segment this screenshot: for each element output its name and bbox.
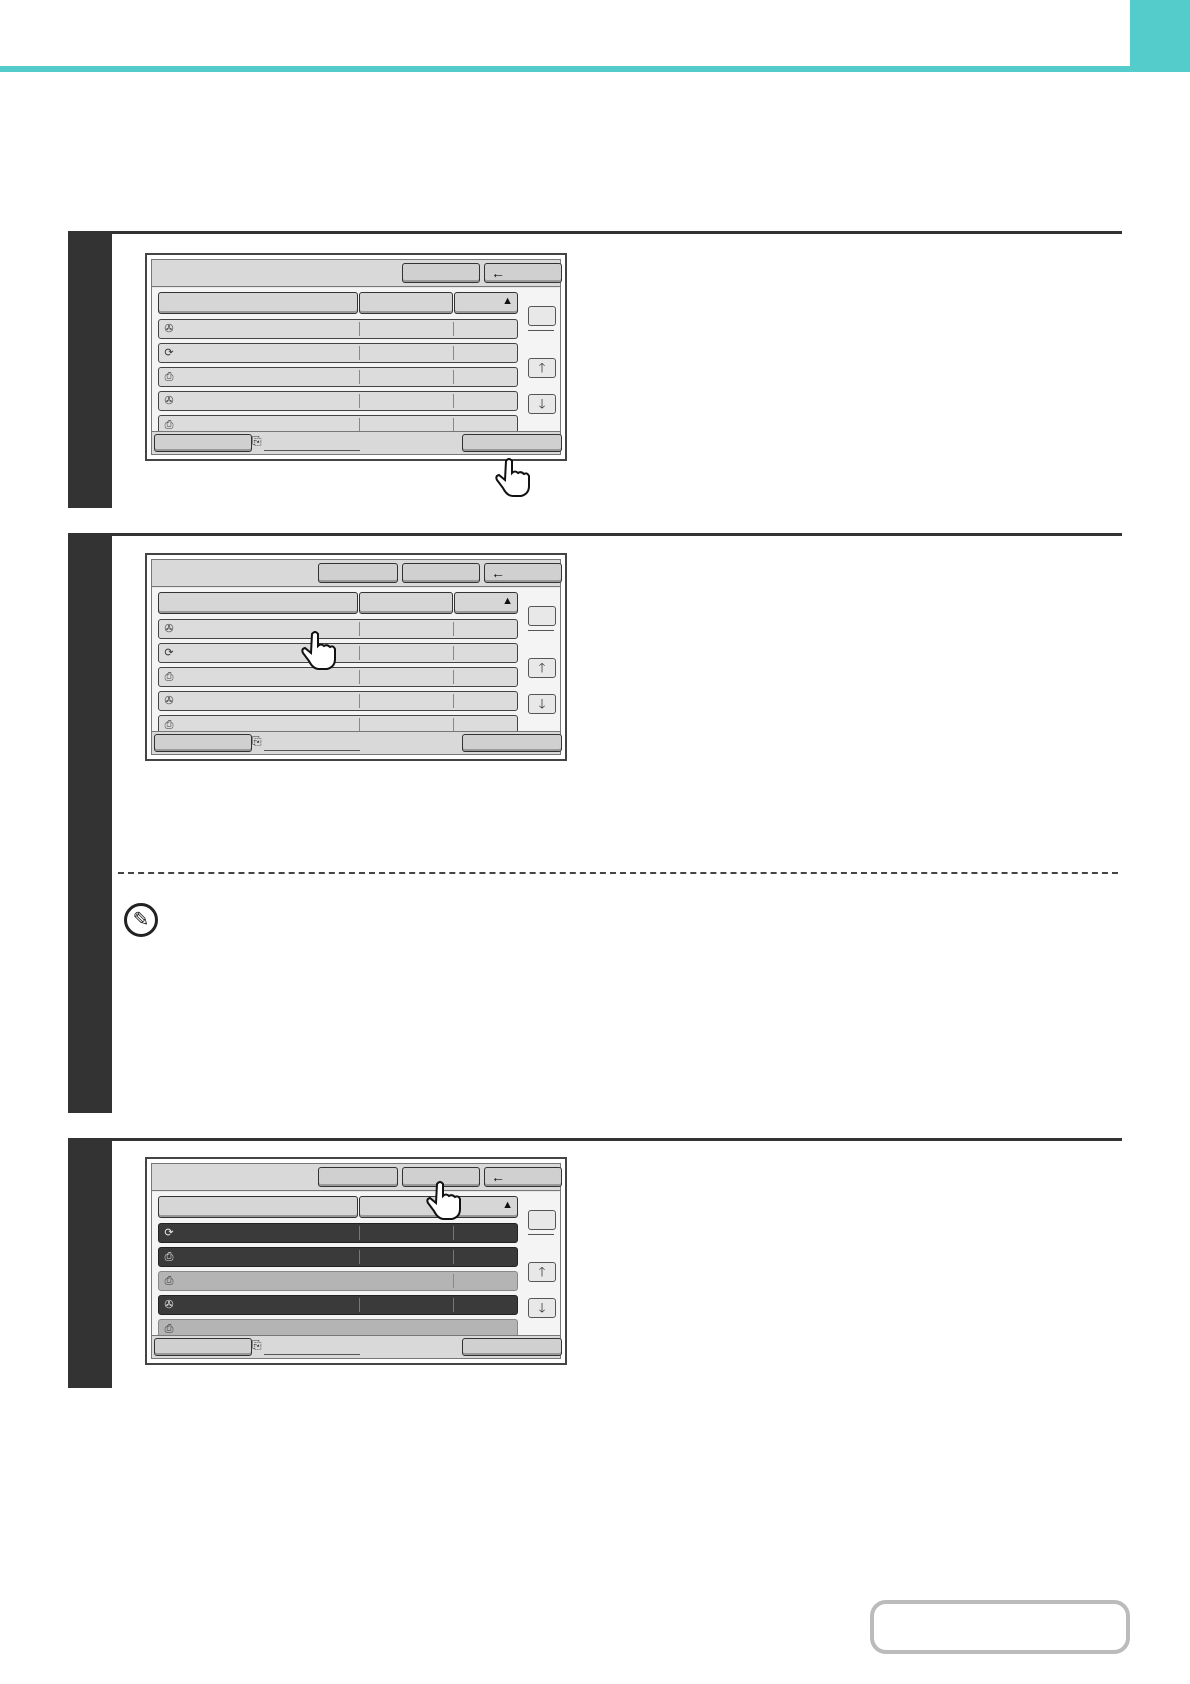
column-header-name[interactable] xyxy=(158,292,358,314)
step-3-bar xyxy=(68,1138,112,1388)
mode-button[interactable] xyxy=(402,563,480,583)
step-1-screen: ← ▲ ✇ ⟳ ⎙ ✇ ⎙ 🡑 🡓 ⎘ xyxy=(145,253,567,461)
column-header-time[interactable] xyxy=(359,292,453,314)
screen-panel: ← ▲ ✇ ⟳ ⎙ ✇ ⎙ 🡑 🡓 ⎘ xyxy=(151,559,562,755)
step-1-rule xyxy=(68,231,1122,234)
back-arrow-icon: ← xyxy=(491,265,505,281)
column-header-name[interactable] xyxy=(158,1196,358,1218)
mode-button[interactable] xyxy=(402,263,480,283)
bottom-right-button[interactable] xyxy=(462,434,562,452)
screen-panel: ← ▲ ⟳ ⎙ ⎙ ✇ ⎙ 🡑 🡓 ⎘ xyxy=(151,1163,562,1359)
bottom-divider xyxy=(264,1354,360,1355)
screen-title-bar: ← xyxy=(152,560,562,587)
job-type-icon: ⎙ xyxy=(164,719,174,731)
page-counter-button[interactable] xyxy=(528,1210,556,1230)
page-counter-button[interactable] xyxy=(528,606,556,626)
job-type-icon: ⎙ xyxy=(164,1323,174,1335)
job-list: ▲ ✇ ⟳ ⎙ ✇ ⎙ 🡑 🡓 xyxy=(152,588,560,752)
bottom-right-button[interactable] xyxy=(462,1338,562,1356)
step-2-rule xyxy=(68,533,1122,536)
screen-title-bar: ← xyxy=(152,1164,562,1191)
screen-bottom-bar: ⎘ xyxy=(152,431,562,454)
job-type-icon: ✇ xyxy=(164,1299,174,1311)
job-row[interactable]: ✇ xyxy=(158,691,518,711)
job-list: ▲ ✇ ⟳ ⎙ ✇ ⎙ 🡑 🡓 xyxy=(152,288,560,452)
job-type-icon: ⎙ xyxy=(164,671,174,683)
bottom-divider xyxy=(264,450,360,451)
job-row[interactable]: ⟳ xyxy=(158,343,518,363)
page-divider xyxy=(528,630,554,631)
back-arrow-icon: ← xyxy=(491,1169,505,1185)
column-header-status[interactable]: ▲ xyxy=(454,592,518,614)
job-row-selected[interactable]: ⟳ xyxy=(158,1223,518,1243)
pointing-hand-icon xyxy=(301,631,336,670)
pointing-hand-icon xyxy=(426,1181,461,1220)
job-type-icon: ✇ xyxy=(164,695,174,707)
bottom-left-button[interactable] xyxy=(154,734,252,752)
select-button[interactable] xyxy=(318,1167,398,1187)
pencil-icon: ✎ xyxy=(124,903,158,937)
screen-bottom-bar: ⎘ xyxy=(152,1335,562,1358)
column-header-status[interactable]: ▲ xyxy=(454,292,518,314)
page-divider xyxy=(528,330,554,331)
document-icon: ⎘ xyxy=(252,734,262,748)
job-type-icon: ⟳ xyxy=(164,647,174,659)
sort-icon: ▲ xyxy=(502,595,513,607)
job-type-icon: ⎙ xyxy=(164,419,174,431)
scroll-down-button[interactable]: 🡓 xyxy=(528,694,556,714)
job-type-icon: ✇ xyxy=(164,323,174,335)
screen-bottom-bar: ⎘ xyxy=(152,731,562,754)
bottom-left-button[interactable] xyxy=(154,434,252,452)
document-icon: ⎘ xyxy=(252,434,262,448)
document-icon: ⎘ xyxy=(252,1338,262,1352)
screen-panel: ← ▲ ✇ ⟳ ⎙ ✇ ⎙ 🡑 🡓 ⎘ xyxy=(151,259,562,455)
contents-button[interactable] xyxy=(870,1600,1130,1654)
scroll-down-button[interactable]: 🡓 xyxy=(528,1298,556,1318)
job-type-icon: ⎙ xyxy=(164,1275,174,1287)
back-arrow-icon: ← xyxy=(491,565,505,581)
back-button[interactable]: ← xyxy=(484,263,562,283)
step-2-screen: ← ▲ ✇ ⟳ ⎙ ✇ ⎙ 🡑 🡓 ⎘ xyxy=(145,553,567,761)
back-button[interactable]: ← xyxy=(484,1167,562,1187)
job-row[interactable]: ✇ xyxy=(158,319,518,339)
job-row[interactable]: ⎙ xyxy=(158,367,518,387)
column-header-name[interactable] xyxy=(158,592,358,614)
job-list: ▲ ⟳ ⎙ ⎙ ✇ ⎙ 🡑 🡓 xyxy=(152,1192,560,1356)
job-row-disabled: ⎙ xyxy=(158,1271,518,1291)
bottom-divider xyxy=(264,750,360,751)
job-type-icon: ⟳ xyxy=(164,1227,174,1239)
step-3-rule xyxy=(68,1138,1122,1141)
header-tab xyxy=(1130,0,1190,72)
job-type-icon: ⟳ xyxy=(164,347,174,359)
step-1-bar xyxy=(68,231,112,508)
page-divider xyxy=(528,1234,554,1235)
note-separator xyxy=(118,872,1118,874)
scroll-down-button[interactable]: 🡓 xyxy=(528,394,556,414)
select-button[interactable] xyxy=(318,563,398,583)
sort-icon: ▲ xyxy=(502,1199,513,1211)
page-counter-button[interactable] xyxy=(528,306,556,326)
screen-title-bar: ← xyxy=(152,260,562,287)
bottom-left-button[interactable] xyxy=(154,1338,252,1356)
header-rule xyxy=(0,66,1130,72)
step-2-bar xyxy=(68,533,112,1113)
scroll-up-button[interactable]: 🡑 xyxy=(528,658,556,678)
column-header-time[interactable] xyxy=(359,592,453,614)
job-row-selected[interactable]: ✇ xyxy=(158,1295,518,1315)
bottom-right-button[interactable] xyxy=(462,734,562,752)
job-type-icon: ⎙ xyxy=(164,1251,174,1263)
job-type-icon: ✇ xyxy=(164,623,174,635)
scroll-up-button[interactable]: 🡑 xyxy=(528,1262,556,1282)
scroll-up-button[interactable]: 🡑 xyxy=(528,358,556,378)
step-3-screen: ← ▲ ⟳ ⎙ ⎙ ✇ ⎙ 🡑 🡓 ⎘ xyxy=(145,1157,567,1365)
back-button[interactable]: ← xyxy=(484,563,562,583)
pointing-hand-icon xyxy=(495,458,530,497)
job-row[interactable]: ✇ xyxy=(158,391,518,411)
job-row-selected[interactable]: ⎙ xyxy=(158,1247,518,1267)
job-type-icon: ⎙ xyxy=(164,371,174,383)
job-type-icon: ✇ xyxy=(164,395,174,407)
sort-icon: ▲ xyxy=(502,295,513,307)
